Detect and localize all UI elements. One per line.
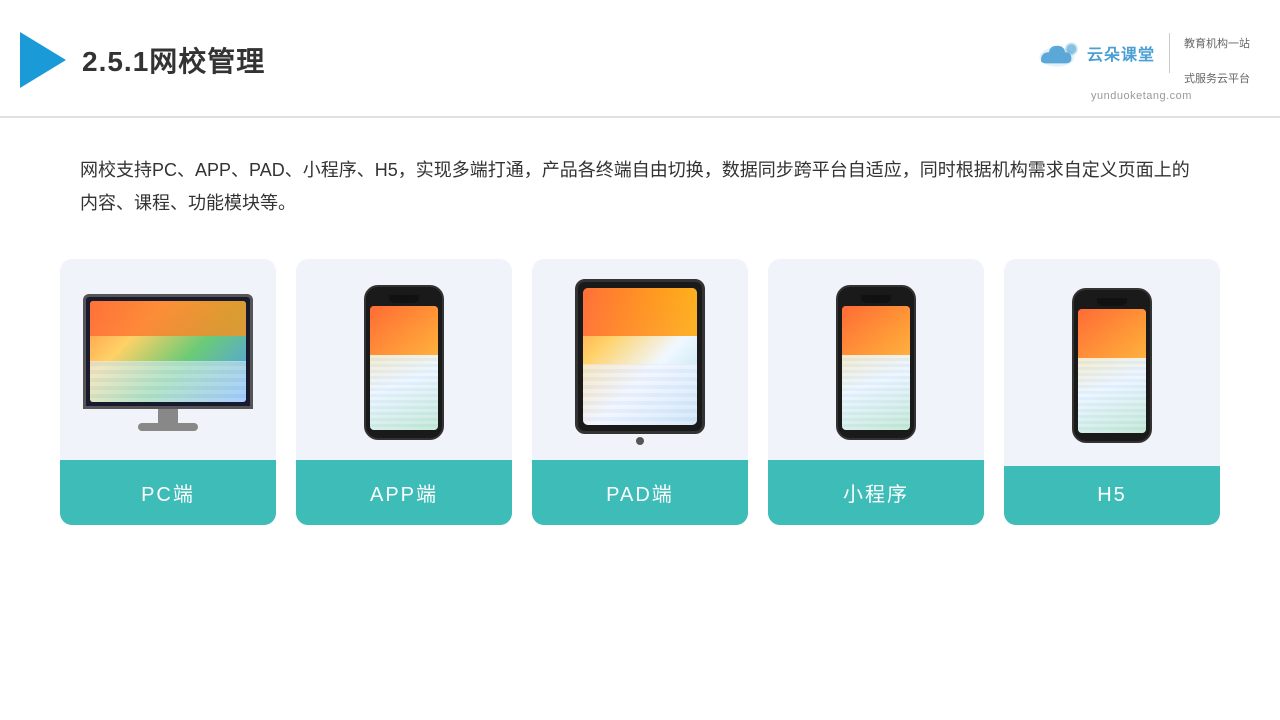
phone-content-app — [370, 355, 438, 429]
phone-screen-h5 — [1078, 309, 1146, 433]
cloud-icon — [1033, 37, 1081, 69]
card-pad-image — [532, 259, 748, 460]
header-right: 云朵课堂 教育机构一站 式服务云平台 yunduoketang.com — [1033, 18, 1250, 102]
cloud-logo: 云朵课堂 教育机构一站 式服务云平台 — [1033, 18, 1250, 88]
tablet-mockup — [575, 279, 705, 445]
monitor-mockup — [83, 294, 253, 431]
phone-notch-mini — [861, 295, 891, 303]
phone-body-mini — [836, 285, 916, 440]
logo-triangle-icon — [20, 32, 66, 88]
phone-mockup-app — [364, 285, 444, 440]
card-app-label: APP端 — [296, 460, 512, 525]
description-text: 网校支持PC、APP、PAD、小程序、H5，实现多端打通，产品各终端自由切换，数… — [0, 118, 1280, 239]
card-mini-label: 小程序 — [768, 460, 984, 525]
phone-screen-app — [370, 306, 438, 430]
phone-mockup-h5 — [1072, 288, 1152, 443]
card-h5: H5 — [1004, 259, 1220, 525]
card-h5-label: H5 — [1004, 466, 1220, 525]
phone-screen-mini — [842, 306, 910, 430]
card-pc-image — [60, 259, 276, 460]
phone-body-app — [364, 285, 444, 440]
card-h5-image — [1004, 259, 1220, 466]
phone-body-h5 — [1072, 288, 1152, 443]
brand-name: 云朵课堂 — [1087, 41, 1155, 65]
monitor-base — [138, 423, 198, 431]
tablet-home-button — [636, 437, 644, 445]
card-pad-label: PAD端 — [532, 460, 748, 525]
phone-content-mini — [842, 355, 910, 429]
tablet-screen — [583, 288, 697, 425]
card-pc-label: PC端 — [60, 460, 276, 525]
card-pc: PC端 — [60, 259, 276, 525]
phone-notch-app — [389, 295, 419, 303]
monitor-screen — [83, 294, 253, 409]
divider — [1169, 33, 1170, 73]
monitor-display — [90, 301, 246, 402]
header: 2.5.1网校管理 云朵课堂 教育机构一站 式服务云平台 yunduoketan… — [0, 0, 1280, 118]
card-pad: PAD端 — [532, 259, 748, 525]
card-app: APP端 — [296, 259, 512, 525]
brand-url: yunduoketang.com — [1091, 90, 1192, 102]
cards-container: PC端 APP端 PAD端 — [0, 239, 1280, 555]
card-mini-image — [768, 259, 984, 460]
phone-content-h5 — [1078, 358, 1146, 432]
phone-mockup-mini — [836, 285, 916, 440]
monitor-neck — [158, 409, 178, 423]
header-left: 2.5.1网校管理 — [20, 32, 265, 88]
card-app-image — [296, 259, 512, 460]
page-title: 2.5.1网校管理 — [82, 40, 265, 80]
tablet-body — [575, 279, 705, 434]
phone-notch-h5 — [1097, 298, 1127, 306]
card-mini: 小程序 — [768, 259, 984, 525]
brand-tagline: 教育机构一站 式服务云平台 — [1184, 18, 1250, 88]
